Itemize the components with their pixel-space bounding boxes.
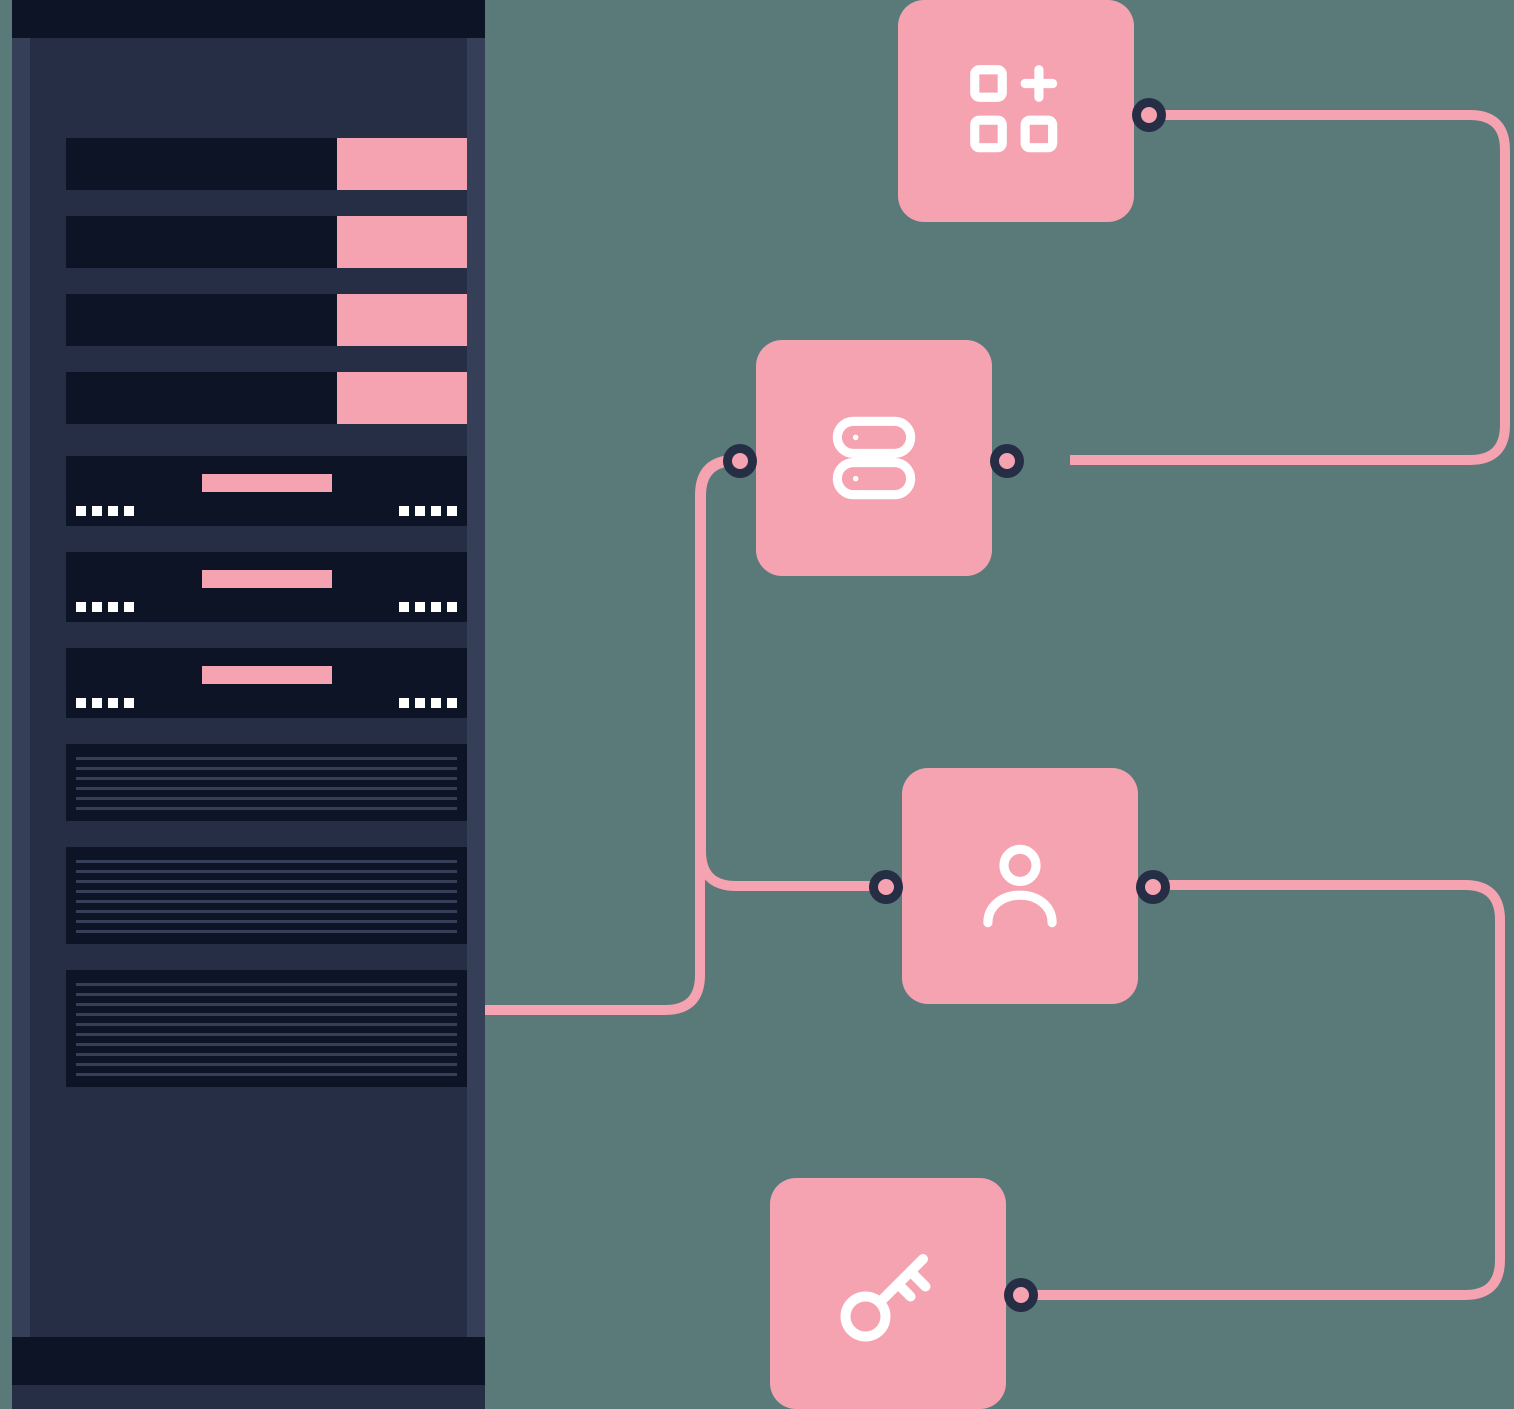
control-unit [66,648,467,718]
port-storage-right [990,444,1024,478]
port-storage-left [723,444,757,478]
rack-body [12,38,485,1337]
control-unit [66,552,467,622]
connector-apps-to-storage [1070,100,1514,480]
control-unit [66,456,467,526]
node-user [902,768,1138,1004]
rack-base-shadow [12,1337,485,1385]
drive-bay [66,216,467,268]
rack-foot [12,1385,485,1409]
drive-bay [66,294,467,346]
server-rack [12,0,485,1409]
drive-bay [66,138,467,190]
user-icon [965,831,1075,941]
port-user-left [869,870,903,904]
vent-panel [66,970,467,1087]
rack-top-cap [12,0,485,38]
drive-bay [66,372,467,424]
node-storage [756,340,992,576]
port-key-right [1004,1278,1038,1312]
node-apps [898,0,1134,222]
key-icon [828,1234,948,1354]
server-stack-icon [819,403,929,513]
port-user-right [1136,870,1170,904]
port-apps-right [1132,98,1166,132]
vent-panel [66,847,467,944]
apps-grid-plus-icon [961,56,1071,166]
node-key [770,1178,1006,1409]
vent-panel [66,744,467,821]
rack-inner [30,38,467,1337]
